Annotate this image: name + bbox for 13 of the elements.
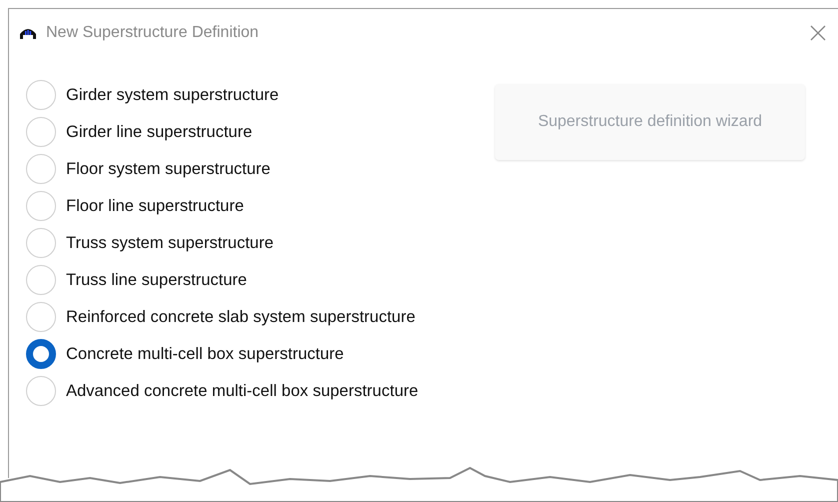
- option-label[interactable]: Concrete multi-cell box superstructure: [66, 342, 344, 366]
- option-label[interactable]: Truss system superstructure: [66, 230, 274, 256]
- close-icon: [810, 25, 826, 41]
- option-label[interactable]: Girder system superstructure: [66, 82, 279, 108]
- option-label[interactable]: Reinforced concrete slab system superstructure: [66, 304, 416, 330]
- option-label[interactable]: Girder line superstructure: [66, 120, 252, 144]
- option-label[interactable]: Floor line superstructure: [66, 194, 244, 218]
- option-label[interactable]: Floor system superstructure: [66, 156, 270, 182]
- option-label[interactable]: Truss line superstructure: [66, 268, 247, 292]
- option-label[interactable]: Advanced concrete multi-cell box superstructure: [66, 378, 418, 404]
- bridge-icon: [19, 26, 37, 40]
- window-title: New Superstructure Definition: [46, 23, 259, 43]
- radio-button[interactable]: [26, 339, 56, 369]
